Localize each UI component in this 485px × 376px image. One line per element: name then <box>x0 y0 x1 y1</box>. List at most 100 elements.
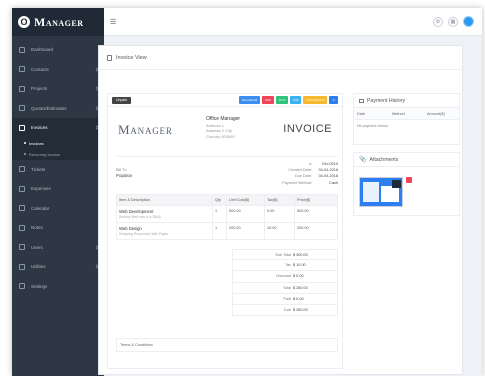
invoice-toolbar: Unpaid Send Email PDF Print Edit Add Pay… <box>108 94 342 107</box>
sidebar-item-quotes[interactable]: Quotes/Estimates <box>12 99 104 119</box>
sidebar: O Manager Dashboard Contacts Projects Qu… <box>12 8 104 376</box>
send-email-button[interactable]: Send Email <box>238 96 261 104</box>
users-icon <box>19 244 25 251</box>
attachment-thumbnail[interactable] <box>359 177 403 207</box>
submenu-item-recurring[interactable]: Recurring Invoice <box>12 149 104 160</box>
topbar: ☰ ⚙ ▦ <box>104 8 482 36</box>
totals-block: Sub Total $ 300.00 Tax $ 10.00 Discount $ 0… <box>232 249 338 317</box>
payment-table-header: Date Method Amount($) <box>354 108 459 120</box>
invoice-meta: Bill To Popalov #: INV-0019 Created Date:… <box>116 156 338 192</box>
sidebar-item-label: Invoices <box>31 125 48 131</box>
empty-message: No payment history <box>357 124 388 128</box>
settings-gear-icon[interactable]: ⚙ <box>433 16 443 27</box>
sidebar-nav: Dashboard Contacts Projects Quotes/Estim… <box>12 36 104 296</box>
column-header: Unit Cost($) <box>226 194 265 206</box>
column-header: Item & Description <box>116 194 213 206</box>
submenu-item-invoices[interactable]: Invoices <box>12 138 104 149</box>
user-avatar[interactable] <box>463 16 474 27</box>
item-title: Web Development <box>119 209 154 214</box>
total-row: Tax $ 10.00 <box>232 260 338 272</box>
sidebar-item-label: Users <box>31 244 43 250</box>
invoice-logo: Manager <box>118 122 173 137</box>
item-description: Develop Web from A to Z(full) <box>119 215 161 219</box>
column-header: Qty <box>212 194 227 206</box>
total-label: Due <box>284 308 291 313</box>
sidebar-item-calendar[interactable]: Calendar <box>12 199 104 219</box>
terms-conditions: Terms & Conditions <box>116 338 338 352</box>
sidebar-item-dashboard[interactable]: Dashboard <box>12 40 104 60</box>
item-title: Web Design <box>119 226 142 231</box>
brand-mark: O <box>18 16 30 28</box>
topbar-actions: ⚙ ▦ <box>433 16 474 27</box>
sidebar-item-projects[interactable]: Projects <box>12 79 104 99</box>
meta-key: Payment Method: <box>282 180 312 185</box>
column-header: Date <box>357 111 366 116</box>
sidebar-item-settings[interactable]: Settings <box>12 277 104 297</box>
quotes-icon <box>19 105 25 112</box>
invoices-submenu: Invoices Recurring Invoice <box>12 137 104 160</box>
sidebar-item-notes[interactable]: Notes <box>12 218 104 238</box>
notes-icon <box>19 224 25 231</box>
sidebar-item-invoices[interactable]: Invoices <box>12 118 104 138</box>
total-label: Paid <box>283 296 291 301</box>
sidebar-item-label: Dashboard <box>31 47 54 53</box>
company-address: Office Manager Address 1 Address 2 City … <box>206 116 241 139</box>
unit-cell: 500.00 <box>226 205 265 223</box>
status-badge: Unpaid <box>112 96 132 104</box>
item-cell: Web Design Designing Responsive Web Pages <box>116 222 213 240</box>
sidebar-item-label: Contacts <box>31 66 49 72</box>
total-value: $ 0.00 <box>293 274 304 279</box>
total-label: Total <box>282 285 291 290</box>
edit-button[interactable]: Edit <box>290 96 302 104</box>
brand-logo[interactable]: O Manager <box>12 8 104 36</box>
total-row: Total $ 280.00 <box>232 282 338 294</box>
panel-title: Attachments <box>369 156 399 163</box>
item-description: Designing Responsive Web Pages <box>119 232 169 236</box>
invoice-actions: Send Email PDF Print Edit Add Payment ✎ <box>238 96 338 104</box>
print-button[interactable]: Print <box>276 96 289 104</box>
sidebar-item-label: Expenses <box>31 186 51 192</box>
app-window: O Manager Dashboard Contacts Projects Qu… <box>12 8 482 376</box>
total-value: $ 280.00 <box>293 308 308 313</box>
thumbnail-shape <box>363 182 379 202</box>
items-table: Item & Description Qty Unit Cost($) Tax(… <box>116 194 338 240</box>
company-name: Office Manager <box>206 116 241 122</box>
qty-cell: 1 <box>212 222 227 240</box>
total-value: $ 0.00 <box>293 296 304 301</box>
add-payment-button[interactable]: Add Payment <box>303 96 328 104</box>
apps-grid-icon[interactable]: ▦ <box>448 16 458 27</box>
invoice-card: Unpaid Send Email PDF Print Edit Add Pay… <box>107 93 343 369</box>
column-header: Tax($) <box>264 194 295 206</box>
sidebar-item-tickets[interactable]: Tickets <box>12 160 104 180</box>
panel-title: Payment History <box>367 97 406 104</box>
menu-toggle-icon[interactable]: ☰ <box>110 18 116 26</box>
qty-cell: 1 <box>212 205 227 223</box>
sidebar-item-users[interactable]: Users <box>12 238 104 258</box>
price-cell: 200.00 <box>294 222 338 240</box>
panel-header: Payment History <box>354 94 459 108</box>
meta-row: Payment Method: Cash <box>282 180 338 186</box>
contacts-icon <box>19 66 25 73</box>
table-row: Web Design Designing Responsive Web Pages… <box>116 222 338 240</box>
page-header: Invoice View <box>99 46 462 70</box>
meta-value: Cash <box>329 180 338 185</box>
delete-attachment-icon[interactable] <box>406 177 412 183</box>
sidebar-item-utilities[interactable]: Utilities <box>12 257 104 277</box>
invoices-icon <box>19 124 25 131</box>
sidebar-item-label: Tickets <box>31 166 46 172</box>
thumbnail-shape <box>381 186 399 202</box>
total-label: Discount <box>276 274 291 279</box>
settings-icon <box>19 283 25 290</box>
pdf-button[interactable]: PDF <box>262 96 275 104</box>
thumbnail-shape <box>392 180 401 188</box>
sidebar-item-expenses[interactable]: Expenses <box>12 179 104 199</box>
bill-to: Bill To Popalov <box>116 167 132 179</box>
tickets-icon <box>19 166 25 173</box>
projects-icon <box>19 85 25 92</box>
invoice-title: INVOICE <box>283 123 332 135</box>
pencil-icon-button[interactable]: ✎ <box>329 96 338 104</box>
sidebar-item-contacts[interactable]: Contacts <box>12 60 104 80</box>
total-row: Due $ 280.00 <box>232 304 338 317</box>
unit-cell: 200.00 <box>226 222 265 240</box>
sidebar-item-label: Calendar <box>31 205 50 211</box>
